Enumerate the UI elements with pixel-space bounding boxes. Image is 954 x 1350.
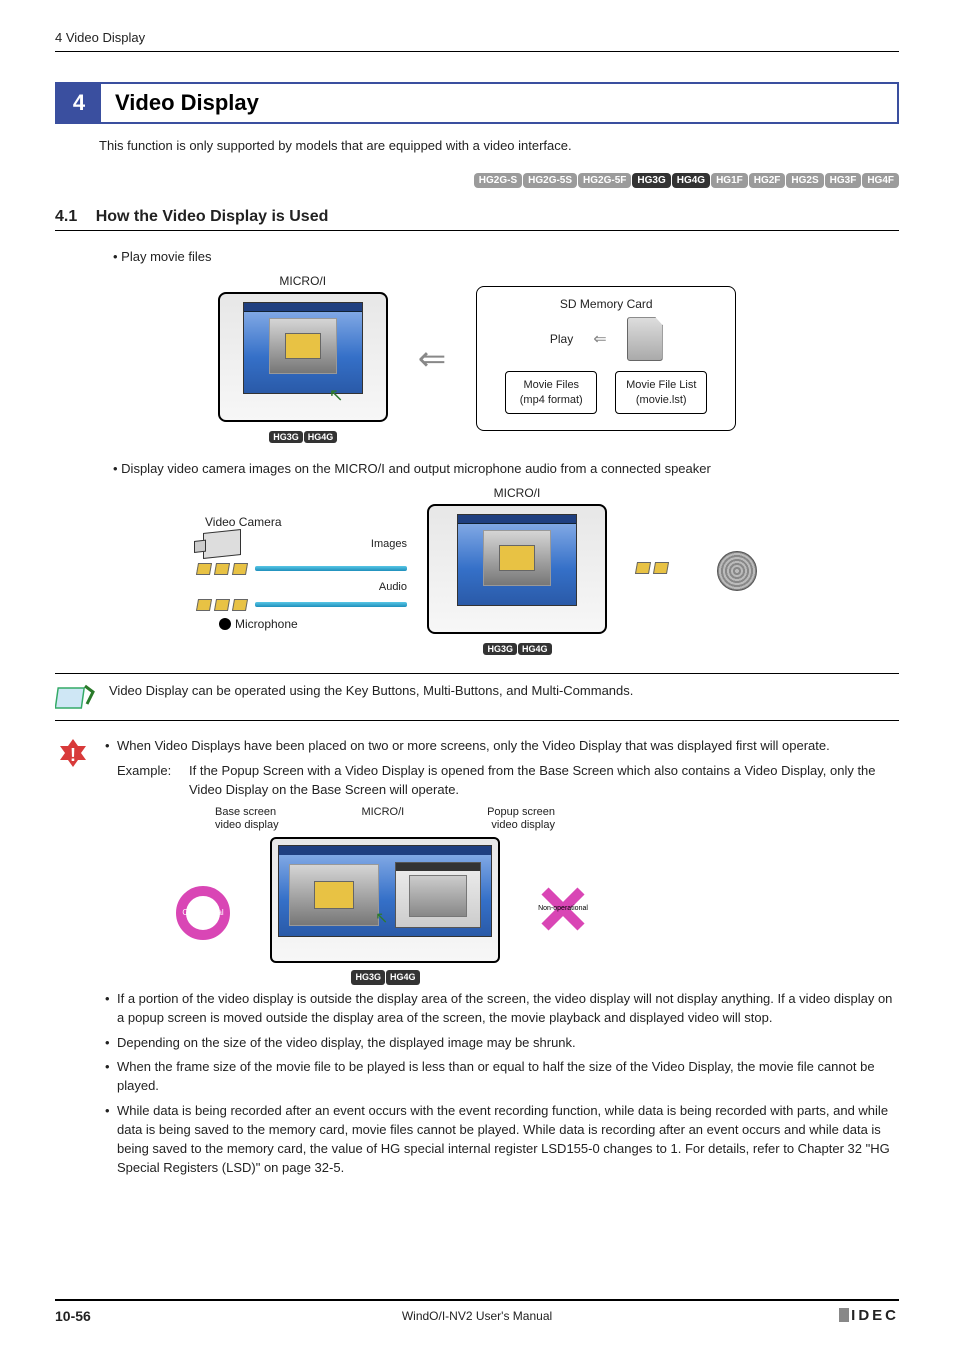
base-screen-label-l1: Base screen xyxy=(215,806,276,818)
video-packets-icon xyxy=(197,563,247,575)
images-label: Images xyxy=(371,538,407,550)
hg-badge-hg4g: HG4G xyxy=(386,970,420,985)
warn-item-4: When the frame size of the movie file to… xyxy=(105,1058,899,1096)
warn-item-5: While data is being recorded after an ev… xyxy=(105,1102,899,1177)
section-number: 4.1 xyxy=(55,208,77,226)
hg-badge-hg3g: HG3G xyxy=(351,970,385,985)
arrow-left-icon: ⇐ xyxy=(418,339,447,379)
base-screen-label-l2: video display xyxy=(215,819,279,831)
note-block: Video Display can be operated using the … xyxy=(55,673,899,721)
model-badge-hg3f: HG3F xyxy=(825,173,862,188)
page-footer: 10-56 WindO/I-NV2 User's Manual IDEC xyxy=(55,1299,899,1324)
popup-window xyxy=(395,862,481,928)
movie-files-l2: (mp4 format) xyxy=(514,393,588,407)
model-badge-hg2g-5s: HG2G-5S xyxy=(523,173,577,188)
model-badge-hg2f: HG2F xyxy=(749,173,786,188)
movie-list-box: Movie File List (movie.lst) xyxy=(615,371,707,414)
model-badge-hg2g-s: HG2G-S xyxy=(474,173,522,188)
hg-badge-hg4g: HG4G xyxy=(304,431,338,443)
warn-item-2: If a portion of the video display is out… xyxy=(105,990,899,1028)
chapter-number: 4 xyxy=(57,84,101,122)
hg-badge-hg4g: HG4G xyxy=(518,643,552,655)
section-title: How the Video Display is Used xyxy=(96,208,329,225)
hg-badge-hg3g: HG3G xyxy=(483,643,517,655)
warning-icon: ! xyxy=(55,737,91,773)
fig3-device-label: MICRO/I xyxy=(361,806,404,834)
model-badge-hg3g: HG3G xyxy=(632,173,670,188)
chapter-heading: 4 Video Display xyxy=(55,82,899,124)
movie-list-l2: (movie.lst) xyxy=(624,393,698,407)
popup-screen-label-l2: video display xyxy=(491,819,555,831)
audio-label: Audio xyxy=(379,581,407,593)
chapter-title: Video Display xyxy=(101,84,273,122)
audio-packets-icon xyxy=(197,599,247,611)
video-display-area-2 xyxy=(483,530,551,586)
speaker-icon xyxy=(717,551,757,591)
warning-block: ! When Video Displays have been placed o… xyxy=(55,737,899,1183)
figure-example: Base screen video display MICRO/I Popup … xyxy=(215,806,555,986)
example-text: If the Popup Screen with a Video Display… xyxy=(189,762,899,800)
device-label-2: MICRO/I xyxy=(427,486,607,500)
manual-title: WindO/I-NV2 User's Manual xyxy=(55,1309,899,1323)
example-label: Example: xyxy=(117,762,189,800)
audio-out-packets-icon xyxy=(636,562,668,574)
device-label: MICRO/I xyxy=(218,274,388,288)
operational-indicator: Operational xyxy=(175,885,231,941)
microi-device: MICRO/I ↖ HG3GHG4G xyxy=(218,274,388,443)
cursor-icon-2: ↖ xyxy=(375,907,388,930)
warn-item-3: Depending on the size of the video displ… xyxy=(105,1034,899,1053)
note-icon xyxy=(55,682,95,712)
video-camera-label: Video Camera xyxy=(205,515,282,529)
video-display-area xyxy=(269,318,337,374)
non-operational-text: Non-operational xyxy=(538,904,588,914)
camera-icon xyxy=(203,529,241,559)
sd-card-title: SD Memory Card xyxy=(491,297,721,311)
sd-card-box: SD Memory Card Play ⇐ Movie Files (mp4 f… xyxy=(476,286,736,431)
sd-card-icon xyxy=(627,317,663,361)
chapter-intro: This function is only supported by model… xyxy=(99,138,899,153)
warn-item-1: When Video Displays have been placed on … xyxy=(105,737,899,756)
section-heading: 4.1 How the Video Display is Used xyxy=(55,208,899,231)
model-badge-hg1f: HG1F xyxy=(711,173,748,188)
non-operational-indicator: Non-operational xyxy=(535,881,591,937)
model-badge-hg2s: HG2S xyxy=(786,173,823,188)
play-label: Play xyxy=(550,332,573,346)
movie-list-l1: Movie File List xyxy=(624,378,698,392)
model-badge-hg4g: HG4G xyxy=(672,173,710,188)
note-text: Video Display can be operated using the … xyxy=(109,682,899,701)
bullet-play-movies: Play movie files xyxy=(113,249,899,264)
model-badge-hg4f: HG4F xyxy=(862,173,899,188)
breadcrumb: 4 Video Display xyxy=(55,30,899,52)
movie-files-l1: Movie Files xyxy=(514,378,588,392)
hg-badge-hg3g: HG3G xyxy=(269,431,303,443)
microphone-label: Microphone xyxy=(235,617,298,631)
cursor-icon: ↖ xyxy=(329,385,344,406)
base-video-area xyxy=(289,864,379,926)
model-badge-hg2g-5f: HG2G-5F xyxy=(578,173,631,188)
operational-text: Operational xyxy=(182,907,223,919)
arrow-left-small-icon: ⇐ xyxy=(593,329,606,349)
popup-screen-label-l1: Popup screen xyxy=(487,806,555,818)
bullet-display-camera: Display video camera images on the MICRO… xyxy=(113,461,899,476)
figure-play-movie: MICRO/I ↖ HG3GHG4G ⇐ SD Memory Card Play… xyxy=(55,274,899,443)
microphone-icon xyxy=(219,618,231,630)
model-badges-row: HG2G-SHG2G-5SHG2G-5FHG3GHG4GHG1FHG2FHG2S… xyxy=(55,171,899,188)
movie-files-box: Movie Files (mp4 format) xyxy=(505,371,597,414)
figure-camera-audio: Video Camera Images Audio xyxy=(55,486,899,655)
